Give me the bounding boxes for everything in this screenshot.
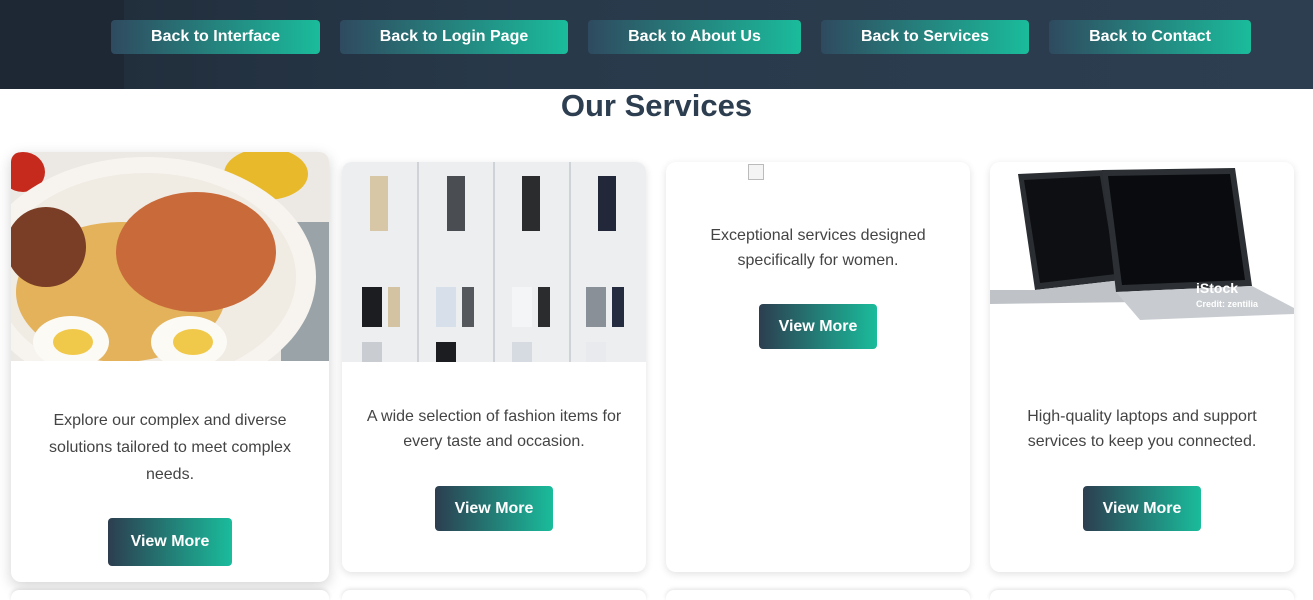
page-title: Our Services [560, 88, 753, 123]
istock-credit: Credit: zentilia [1196, 299, 1259, 309]
card-description: High-quality laptops and support service… [1027, 408, 1257, 450]
back-to-login-button[interactable]: Back to Login Page [340, 20, 568, 54]
back-to-contact-button[interactable]: Back to Contact [1049, 20, 1251, 54]
service-card-4: iStock Credit: zentilia High-quality lap… [990, 162, 1294, 572]
service-card-1: Explore our complex and diverse solution… [11, 152, 329, 582]
view-more-button[interactable]: View More [759, 304, 877, 349]
service-card-3: Exceptional services designed specifical… [666, 162, 970, 572]
card-description: A wide selection of fashion items for ev… [366, 408, 622, 450]
istock-watermark: iStock [1196, 280, 1238, 296]
broken-image-icon [748, 164, 764, 180]
back-to-services-button[interactable]: Back to Services [821, 20, 1029, 54]
back-to-interface-button[interactable]: Back to Interface [111, 20, 320, 54]
laptops-image: iStock Credit: zentilia [990, 162, 1294, 362]
nav-left-shade [0, 0, 124, 89]
next-row-card-1 [11, 590, 329, 600]
view-more-button[interactable]: View More [108, 518, 232, 566]
view-more-button[interactable]: View More [435, 486, 553, 531]
view-more-button[interactable]: View More [1083, 486, 1201, 531]
top-nav-bar: Back to Interface Back to Login Page Bac… [0, 0, 1313, 89]
food-plate-image [11, 152, 329, 397]
fashion-clothing-image [342, 162, 646, 362]
next-row-card-4 [990, 590, 1294, 600]
card-description: Explore our complex and diverse solution… [49, 412, 291, 483]
service-card-2: A wide selection of fashion items for ev… [342, 162, 646, 572]
next-row-card-2 [342, 590, 646, 600]
back-to-about-button[interactable]: Back to About Us [588, 20, 801, 54]
card-description: Exceptional services designed specifical… [710, 227, 926, 269]
next-row-card-3 [666, 590, 970, 600]
